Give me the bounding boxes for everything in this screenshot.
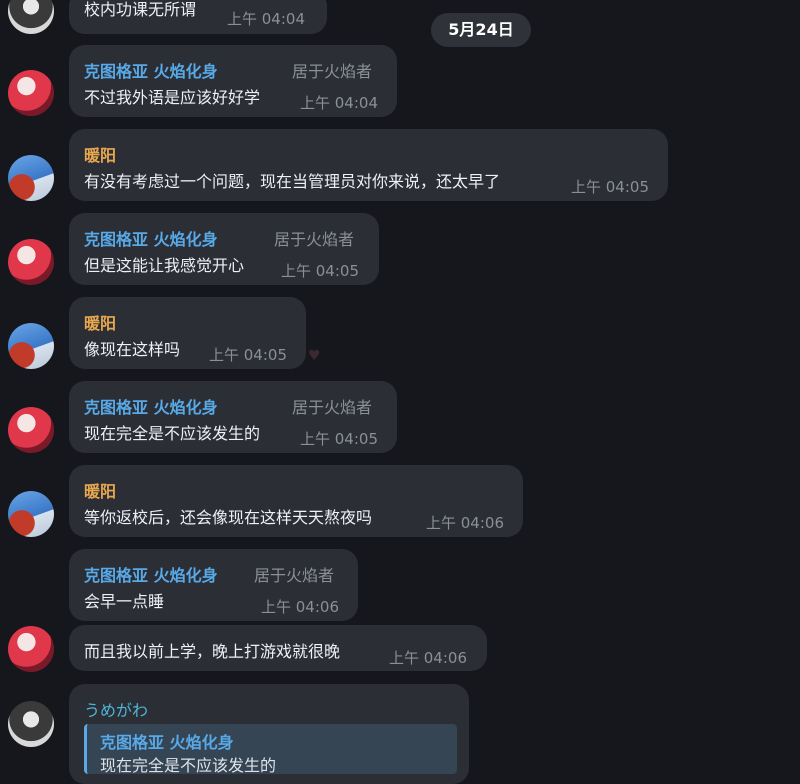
message-text: 而且我以前上学，晚上打游戏就很晚: [84, 642, 341, 661]
message-text: 会早一点睡: [84, 592, 165, 611]
avatar[interactable]: [8, 155, 54, 201]
message-time: 上午 04:06: [389, 649, 467, 667]
message-text: 现在完全是不应该发生的: [84, 424, 261, 443]
message-time: 上午 04:04: [227, 10, 305, 28]
sender-name[interactable]: 暖阳: [84, 478, 116, 502]
avatar[interactable]: [8, 626, 54, 672]
message-text: 等你返校后，还会像现在这样天天熬夜吗: [84, 508, 373, 527]
sender-name[interactable]: 克图格亚 火焰化身: [84, 226, 218, 250]
sender-name[interactable]: 暖阳: [84, 310, 116, 334]
message-time: 上午 04:05: [571, 178, 649, 196]
sender-name[interactable]: 克图格亚 火焰化身: [84, 562, 218, 586]
message-time: 上午 04:05: [300, 430, 378, 448]
message-time: 上午 04:05: [281, 262, 359, 280]
message-bubble[interactable]: 而且我以前上学，晚上打游戏就很晚 上午 04:06: [69, 625, 487, 671]
message-text: 不过我外语是应该好好学: [84, 88, 261, 107]
heart-icon[interactable]: ♥: [308, 348, 321, 364]
reply-sender: 克图格亚 火焰化身: [100, 733, 234, 752]
message-bubble[interactable]: 克图格亚 火焰化身 居于火焰者 但是这能让我感觉开心 上午 04:05: [69, 213, 379, 285]
message-bubble[interactable]: 暖阳 等你返校后，还会像现在这样天天熬夜吗 上午 04:06: [69, 465, 523, 537]
message-text: 但是这能让我感觉开心: [84, 256, 245, 275]
sender-name[interactable]: 克图格亚 火焰化身: [84, 58, 218, 82]
avatar[interactable]: [8, 701, 54, 747]
avatar[interactable]: [8, 239, 54, 285]
sender-role: 居于火焰者: [274, 230, 355, 249]
reply-text: 现在完全是不应该发生的: [100, 756, 277, 775]
avatar[interactable]: [8, 70, 54, 116]
message-text: 像现在这样吗: [84, 340, 181, 359]
sender-role: 居于火焰者: [292, 398, 373, 417]
message-bubble[interactable]: 克图格亚 火焰化身 居于火焰者 不过我外语是应该好好学 上午 04:04: [69, 45, 397, 117]
sender-role: 居于火焰者: [292, 62, 373, 81]
message-bubble[interactable]: 暖阳 像现在这样吗 上午 04:05: [69, 297, 306, 369]
date-separator: 5月24日: [431, 13, 531, 47]
message-bubble[interactable]: 校内功课无所谓 上午 04:04: [69, 0, 327, 34]
message-text: 有没有考虑过一个问题，现在当管理员对你来说，还太早了: [84, 172, 501, 191]
sender-role: 居于火焰者: [254, 566, 335, 585]
message-bubble[interactable]: 克图格亚 火焰化身 居于火焰者 现在完全是不应该发生的 上午 04:05: [69, 381, 397, 453]
message-time: 上午 04:06: [426, 514, 504, 532]
reply-quote[interactable]: 克图格亚 火焰化身 现在完全是不应该发生的: [84, 724, 457, 775]
message-bubble[interactable]: 克图格亚 火焰化身 居于火焰者 会早一点睡 上午 04:06: [69, 549, 358, 621]
message-bubble[interactable]: 暖阳 有没有考虑过一个问题，现在当管理员对你来说，还太早了 上午 04:05: [69, 129, 668, 201]
avatar[interactable]: [8, 407, 54, 453]
avatar[interactable]: [8, 0, 54, 34]
message-time: 上午 04:04: [300, 94, 378, 112]
sender-name[interactable]: 暖阳: [84, 142, 116, 166]
message-text: 校内功课无所谓: [84, 0, 197, 19]
sender-name[interactable]: うめがわ: [84, 697, 148, 721]
avatar[interactable]: [8, 323, 54, 369]
sender-name[interactable]: 克图格亚 火焰化身: [84, 394, 218, 418]
message-time: 上午 04:06: [261, 598, 339, 616]
avatar[interactable]: [8, 491, 54, 537]
message-time: 上午 04:05: [209, 346, 287, 364]
